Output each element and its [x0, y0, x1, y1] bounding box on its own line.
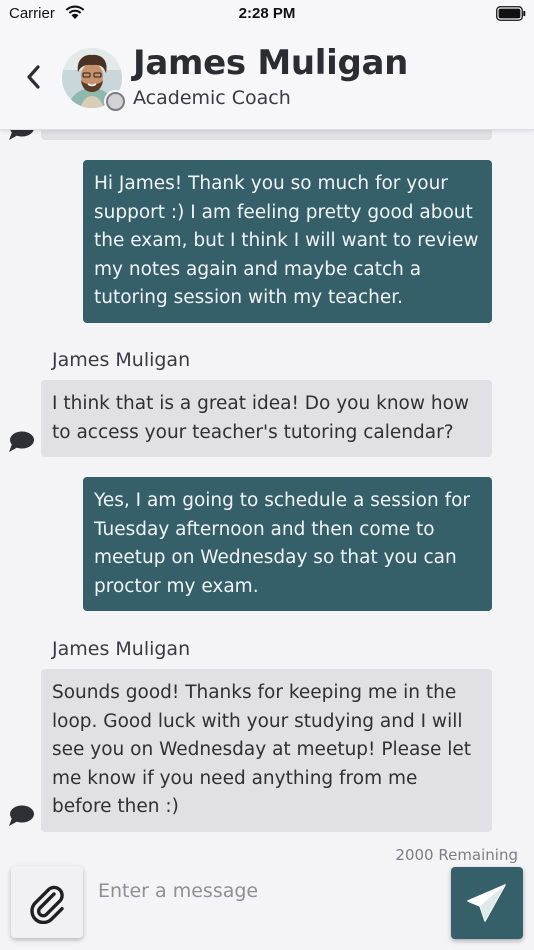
paperclip-icon	[30, 885, 64, 924]
chat-header: James Muligan Academic Coach	[0, 28, 534, 130]
message-bubble-outgoing: Hi James! Thank you so much for your sup…	[83, 160, 492, 323]
message-bubble-incoming: Sounds good! Thanks for keeping me in th…	[41, 669, 492, 832]
battery-icon	[496, 6, 526, 21]
status-time: 2:28 PM	[238, 5, 296, 22]
send-button[interactable]	[451, 867, 523, 939]
contact-name: James Muligan	[133, 43, 409, 83]
status-bar: Carrier 2:28 PM	[0, 0, 534, 28]
message-sender: James Muligan	[52, 638, 191, 660]
chat-bubble-icon	[9, 130, 34, 140]
attach-button[interactable]	[11, 866, 83, 938]
message-bubble-incoming: I think that is a great idea! Do you kno…	[41, 380, 492, 457]
presence-indicator	[106, 92, 125, 111]
message-bubble-partial	[41, 130, 492, 140]
send-icon	[467, 884, 506, 922]
message-list[interactable]: Hi James! Thank you so much for your sup…	[0, 130, 534, 838]
chat-bubble-icon	[9, 431, 34, 452]
back-arrow-icon[interactable]	[22, 62, 46, 92]
chat-bubble-icon	[9, 805, 34, 826]
contact-role: Academic Coach	[133, 87, 291, 109]
message-sender: James Muligan	[52, 349, 191, 371]
message-bubble-outgoing: Yes, I am going to schedule a session fo…	[83, 477, 492, 611]
character-counter: 2000 Remaining	[395, 846, 518, 864]
message-input[interactable]	[90, 866, 442, 916]
